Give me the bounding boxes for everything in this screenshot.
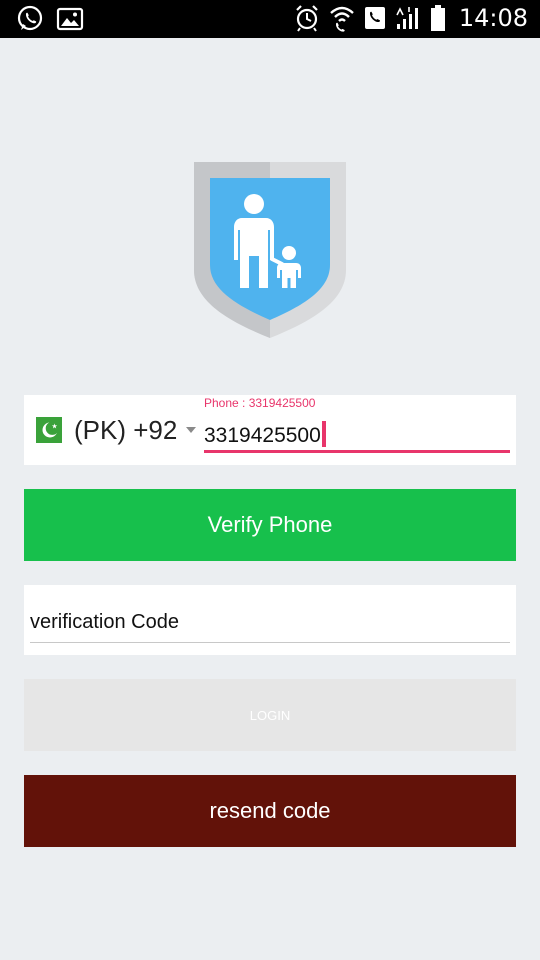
country-code-label: (PK) +92 xyxy=(74,414,178,445)
country-code-select[interactable]: (PK) +92 xyxy=(36,415,197,445)
status-bar: 14:08 xyxy=(0,0,540,38)
phone-value-text: 3319425500 xyxy=(204,424,321,447)
verification-code-placeholder: verification Code xyxy=(30,611,179,633)
verification-code-card: verification Code xyxy=(24,585,516,655)
verification-code-input[interactable]: verification Code xyxy=(30,607,510,643)
text-cursor xyxy=(321,421,326,447)
chevron-down-icon xyxy=(186,427,197,433)
status-bar-system: 14:08 xyxy=(294,4,528,32)
alarm-icon xyxy=(294,4,320,32)
signal-icon xyxy=(395,5,421,31)
verify-phone-label: Verify Phone xyxy=(207,512,333,537)
login-button[interactable]: LOGIN xyxy=(24,679,516,751)
resend-code-label: resend code xyxy=(209,798,331,823)
resend-code-button[interactable]: resend code xyxy=(24,775,516,847)
wifi-calling-icon xyxy=(329,4,355,32)
phone-floating-label: Phone : 3319425500 xyxy=(204,396,316,410)
phone-input-value: 3319425500 xyxy=(204,421,326,450)
parent-child-shield-icon xyxy=(194,162,346,338)
battery-icon xyxy=(430,4,446,32)
verify-phone-button[interactable]: Verify Phone xyxy=(24,489,516,561)
login-label: LOGIN xyxy=(249,707,291,723)
phone-card: (PK) +92 Phone : 3319425500 3319425500 xyxy=(24,395,516,465)
pakistan-flag-icon xyxy=(36,417,62,443)
app-logo xyxy=(192,160,348,340)
status-time: 14:08 xyxy=(458,4,528,32)
phone-input[interactable]: 3319425500 xyxy=(204,421,510,453)
call-icon xyxy=(364,5,386,31)
status-bar-notifications xyxy=(16,5,84,33)
whatsapp-icon xyxy=(16,5,44,33)
gallery-icon xyxy=(56,6,84,32)
